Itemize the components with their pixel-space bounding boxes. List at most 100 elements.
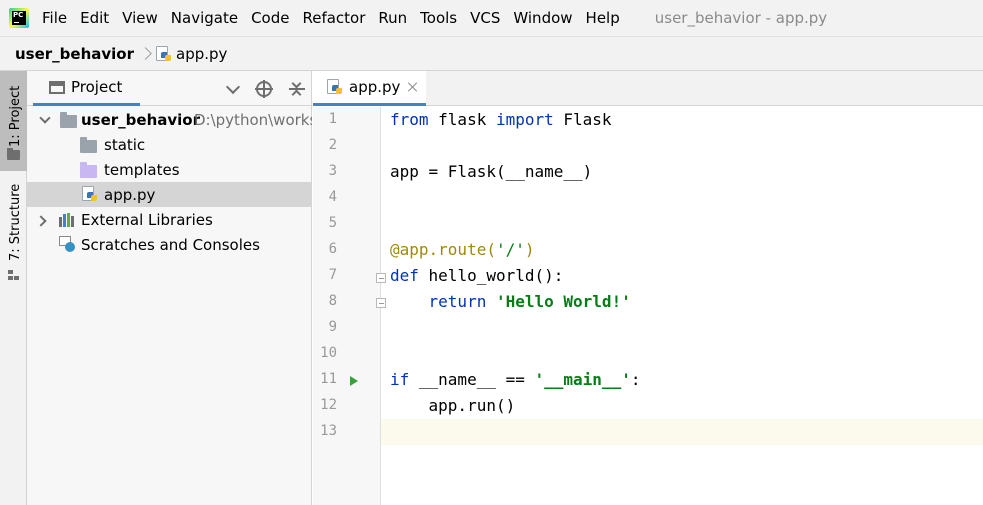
code-token: from xyxy=(390,110,429,129)
pycharm-logo-icon: PC xyxy=(9,8,29,28)
python-file-icon xyxy=(82,186,98,202)
code-token: hello_world(): xyxy=(418,266,564,285)
breadcrumb: user_behavior app.py xyxy=(0,36,983,71)
menu-bar: PC File Edit View Navigate Code Refactor… xyxy=(0,0,983,36)
code-line-13-current xyxy=(381,419,983,445)
tree-item-label: templates xyxy=(104,160,180,179)
tree-item-templates[interactable]: templates xyxy=(27,157,312,182)
tree-item-external-libraries[interactable]: External Libraries xyxy=(27,207,312,232)
libraries-icon xyxy=(59,213,77,227)
tree-item-label: Scratches and Consoles xyxy=(81,235,260,254)
chevron-down-icon[interactable] xyxy=(224,80,242,98)
tab-app-py[interactable]: app.py xyxy=(313,71,426,106)
line-number: 12 xyxy=(320,397,337,413)
menu-window[interactable]: Window xyxy=(513,9,572,27)
structure-icon xyxy=(8,270,20,280)
line-number: 3 xyxy=(328,163,337,179)
code-token: '__main__' xyxy=(534,370,631,389)
line-number: 7 xyxy=(328,267,337,283)
menu-file[interactable]: File xyxy=(42,9,67,27)
folder-icon xyxy=(80,137,97,153)
chevron-right-icon[interactable] xyxy=(37,215,47,225)
line-number: 5 xyxy=(328,215,337,231)
line-number: 11 xyxy=(320,371,337,387)
editor: app.py 1 2 3 4 5 6 7 8 9 10 11 12 13 fro… xyxy=(313,71,983,505)
tree-item-label: External Libraries xyxy=(81,210,213,229)
tree-item-label: app.py xyxy=(104,185,156,204)
left-tool-strip: 1: Project 7: Structure xyxy=(0,71,27,505)
menu-refactor[interactable]: Refactor xyxy=(302,9,365,27)
code-token: flask xyxy=(428,110,496,129)
python-file-icon xyxy=(327,79,343,95)
close-icon[interactable] xyxy=(408,82,418,92)
editor-tab-bar: app.py xyxy=(313,71,983,106)
project-window-icon xyxy=(49,80,65,94)
line-number: 13 xyxy=(320,423,337,439)
code-line-6: @app.route('/') xyxy=(381,237,983,263)
code-line-1: from flask import Flask xyxy=(381,107,983,133)
code-token: 'Hello World!' xyxy=(495,292,631,311)
locate-target-icon[interactable] xyxy=(255,80,273,98)
tab-project[interactable]: Project xyxy=(33,71,140,106)
breadcrumb-file[interactable]: app.py xyxy=(176,45,227,63)
tool-structure-label: 7: Structure xyxy=(8,183,23,261)
menu-help[interactable]: Help xyxy=(586,9,620,27)
line-number: 2 xyxy=(328,137,337,153)
menu-view[interactable]: View xyxy=(122,9,158,27)
chevron-down-icon[interactable] xyxy=(39,114,49,124)
run-gutter-icon[interactable] xyxy=(350,376,358,386)
code-token: def xyxy=(390,266,419,285)
line-number: 9 xyxy=(328,319,337,335)
code-token: app.run() xyxy=(390,396,516,415)
scratches-icon xyxy=(59,236,77,252)
code-token: : xyxy=(630,370,641,389)
templates-folder-icon xyxy=(80,162,97,178)
logo-text: PC xyxy=(13,11,24,19)
breadcrumb-project[interactable]: user_behavior xyxy=(15,45,134,63)
code-token: return xyxy=(428,292,487,311)
code-line-3: app = Flask(__name__) xyxy=(381,159,983,185)
code-token: if xyxy=(390,370,410,389)
menu-code[interactable]: Code xyxy=(251,9,289,27)
tab-project-label: Project xyxy=(71,78,123,96)
collapse-all-icon[interactable] xyxy=(288,78,306,100)
menu-navigate[interactable]: Navigate xyxy=(171,9,238,27)
python-file-icon xyxy=(156,45,172,62)
code-line-8: return 'Hello World!' xyxy=(381,289,983,315)
tree-item-scratches[interactable]: Scratches and Consoles xyxy=(27,232,312,257)
code-token: app = Flask(__name__) xyxy=(390,162,593,181)
tree-root-path: D:\python\works xyxy=(194,110,312,129)
code-token: __name__ == xyxy=(409,370,535,389)
menu-edit[interactable]: Edit xyxy=(80,9,109,27)
code-token: @app.route( xyxy=(390,240,496,259)
folder-icon xyxy=(7,148,20,160)
code-area[interactable]: from flask import Flask app = Flask(__na… xyxy=(381,107,983,505)
code-line-12: app.run() xyxy=(381,393,983,419)
code-token: Flask xyxy=(553,110,612,129)
project-panel-header: Project xyxy=(27,71,312,106)
code-token: '/' xyxy=(495,240,525,259)
folder-icon xyxy=(60,112,77,128)
line-number: 10 xyxy=(320,345,337,361)
tree-item-static[interactable]: static xyxy=(27,132,312,157)
code-line-7: def hello_world(): xyxy=(381,263,983,289)
line-number: 8 xyxy=(328,293,337,309)
line-number: 1 xyxy=(328,111,337,127)
tree-item-label: static xyxy=(104,135,146,154)
tree-root-name: user_behavior xyxy=(81,110,201,129)
tab-label: app.py xyxy=(349,78,401,96)
menu-run[interactable]: Run xyxy=(378,9,407,27)
menu-vcs[interactable]: VCS xyxy=(470,9,500,27)
line-number: 4 xyxy=(328,189,337,205)
tree-root[interactable]: user_behavior D:\python\works xyxy=(27,107,312,132)
tool-project-label: 1: Project xyxy=(8,85,23,147)
window-title: user_behavior - app.py xyxy=(654,9,828,27)
breadcrumb-separator-icon xyxy=(140,46,150,62)
line-number: 6 xyxy=(328,241,337,257)
tool-window-project[interactable]: 1: Project xyxy=(0,71,27,171)
project-panel: Project user_behavior D:\python\works st… xyxy=(27,71,312,505)
menu-tools[interactable]: Tools xyxy=(420,9,457,27)
tree-item-app-py[interactable]: app.py xyxy=(27,182,312,207)
